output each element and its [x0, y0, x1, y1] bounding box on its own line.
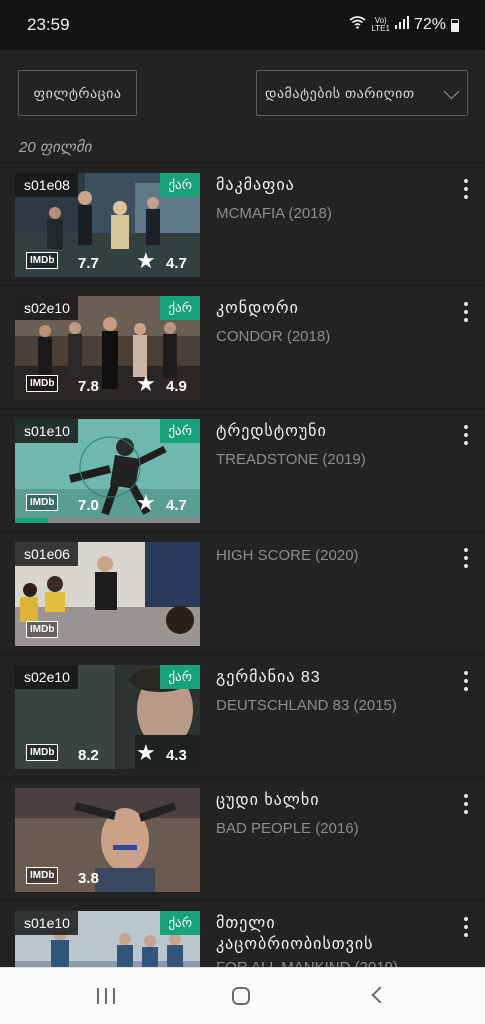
- more-options-icon[interactable]: [460, 794, 472, 814]
- star-icon: ★: [136, 490, 156, 515]
- episode-badge: s01e10: [15, 911, 78, 935]
- language-badge: ქარ: [160, 296, 200, 320]
- language-badge: ქარ: [160, 173, 200, 197]
- imdb-rating: 7.0: [78, 497, 99, 514]
- item-subtitle: HIGH SCORE (2020): [216, 547, 359, 564]
- episode-badge: s01e10: [15, 419, 78, 443]
- network-bottom: LTE1: [371, 24, 390, 33]
- episode-badge: s01e08: [15, 173, 78, 197]
- star-icon: ★: [136, 248, 156, 273]
- item-title-line2: კაცობრიობისთვის: [216, 936, 374, 953]
- item-subtitle: BAD PEOPLE (2016): [216, 820, 359, 837]
- signal-icon: [394, 16, 409, 34]
- episode-badge: s02e10: [15, 296, 78, 320]
- list-item[interactable]: s01e08 ქარ IMDb 7.7 ★ 4.7 მაკმაფია MCMAF…: [0, 162, 485, 285]
- imdb-logo: IMDb: [26, 867, 59, 884]
- watch-progress-bar: [15, 518, 200, 523]
- language-badge: ქარ: [160, 419, 200, 443]
- thumbnail[interactable]: s01e06 IMDb: [15, 542, 200, 646]
- imdb-rating: 7.7: [78, 255, 99, 272]
- status-time: 23:59: [27, 15, 70, 34]
- imdb-logo: IMDb: [26, 744, 59, 761]
- item-subtitle: TREADSTONE (2019): [216, 451, 366, 468]
- star-icon: ★: [136, 740, 156, 765]
- thumbnail[interactable]: s02e10 ქარ IMDb 7.8 ★ 4.9: [15, 296, 200, 400]
- list-item[interactable]: s02e10 ქარ IMDb 8.2 ★ 4.3 გერმანია 83 DE…: [0, 654, 485, 777]
- episode-badge: s01e06: [15, 542, 78, 566]
- list-item[interactable]: s01e10 ქარ IMDb 7.0 ★ 4.7 ტრედსტოუნი TRE…: [0, 408, 485, 531]
- wifi-icon: [349, 16, 366, 34]
- status-icons: Vo) LTE1 72%: [349, 16, 459, 34]
- user-rating: 4.7: [166, 497, 187, 514]
- network-label: Vo) LTE1: [371, 17, 390, 33]
- status-bar: 23:59 Vo) LTE1 72%: [0, 0, 485, 50]
- system-navigation-bar: [0, 967, 485, 1024]
- back-icon[interactable]: [371, 986, 389, 1004]
- results-count: 20 ფილმი: [19, 139, 92, 156]
- thumbnail[interactable]: s01e08 ქარ IMDb 7.7 ★ 4.7: [15, 173, 200, 277]
- more-options-icon[interactable]: [460, 179, 472, 199]
- imdb-rating: 7.8: [78, 378, 99, 395]
- chevron-down-icon: [443, 83, 460, 100]
- item-title-line1: მთელი: [216, 915, 276, 932]
- more-options-icon[interactable]: [460, 548, 472, 568]
- imdb-logo: IMDb: [26, 375, 59, 392]
- item-subtitle: FOR ALL MANKIND (2019): [216, 959, 398, 967]
- battery-percent: 72%: [413, 16, 446, 33]
- battery-icon: [451, 18, 459, 32]
- watch-progress-fill: [15, 518, 49, 523]
- item-title[interactable]: მთელი კაცობრიობისთვის: [216, 913, 373, 955]
- item-subtitle: CONDOR (2018): [216, 328, 331, 345]
- user-rating: 4.3: [166, 747, 187, 764]
- item-title[interactable]: მაკმაფია: [216, 175, 295, 196]
- thumbnail[interactable]: s01e10 ქარ IMDb 7.0 ★ 4.7: [15, 419, 200, 523]
- episode-badge: s02e10: [15, 665, 78, 689]
- thumbnail[interactable]: IMDb 3.8: [15, 788, 200, 892]
- language-badge: ქარ: [160, 665, 200, 689]
- language-badge: ქარ: [160, 911, 200, 935]
- imdb-rating: 3.8: [78, 870, 99, 887]
- filter-button[interactable]: ფილტრაცია: [18, 70, 137, 116]
- sort-dropdown[interactable]: დამატების თარიღით: [256, 70, 468, 116]
- item-title[interactable]: ცუდი ხალხი: [216, 790, 319, 811]
- more-options-icon[interactable]: [460, 425, 472, 445]
- item-subtitle: DEUTSCHLAND 83 (2015): [216, 697, 397, 714]
- list-item[interactable]: IMDb 3.8 ცუდი ხალხი BAD PEOPLE (2016): [0, 777, 485, 900]
- main-content: ფილტრაცია დამატების თარიღით 20 ფილმი s01…: [0, 50, 485, 967]
- list-item[interactable]: s01e10 ქარ მთელი კაცობრიობისთვის FOR ALL…: [0, 900, 485, 967]
- user-rating: 4.7: [166, 255, 187, 272]
- user-rating: 4.9: [166, 378, 187, 395]
- item-subtitle: MCMAFIA (2018): [216, 205, 332, 222]
- imdb-logo: IMDb: [26, 494, 59, 511]
- more-options-icon[interactable]: [460, 671, 472, 691]
- list-item[interactable]: s01e06 IMDb HIGH SCORE (2020): [0, 531, 485, 654]
- more-options-icon[interactable]: [460, 302, 472, 322]
- filter-bar: ფილტრაცია დამატების თარიღით: [0, 50, 485, 130]
- item-title[interactable]: კონდორი: [216, 298, 299, 319]
- recent-apps-icon[interactable]: [97, 988, 115, 1004]
- imdb-rating: 8.2: [78, 747, 99, 764]
- star-icon: ★: [136, 371, 156, 396]
- more-options-icon[interactable]: [460, 917, 472, 937]
- imdb-logo: IMDb: [26, 252, 59, 269]
- home-icon[interactable]: [232, 987, 250, 1005]
- movie-list: s01e08 ქარ IMDb 7.7 ★ 4.7 მაკმაფია MCMAF…: [0, 162, 485, 967]
- thumbnail[interactable]: s01e10 ქარ: [15, 911, 200, 967]
- item-title[interactable]: გერმანია 83: [216, 667, 321, 688]
- item-title[interactable]: ტრედსტოუნი: [216, 421, 327, 442]
- list-item[interactable]: s02e10 ქარ IMDb 7.8 ★ 4.9 კონდორი CONDOR…: [0, 285, 485, 408]
- thumbnail[interactable]: s02e10 ქარ IMDb 8.2 ★ 4.3: [15, 665, 200, 769]
- imdb-logo: IMDb: [26, 621, 59, 638]
- sort-label: დამატების თარიღით: [265, 84, 415, 101]
